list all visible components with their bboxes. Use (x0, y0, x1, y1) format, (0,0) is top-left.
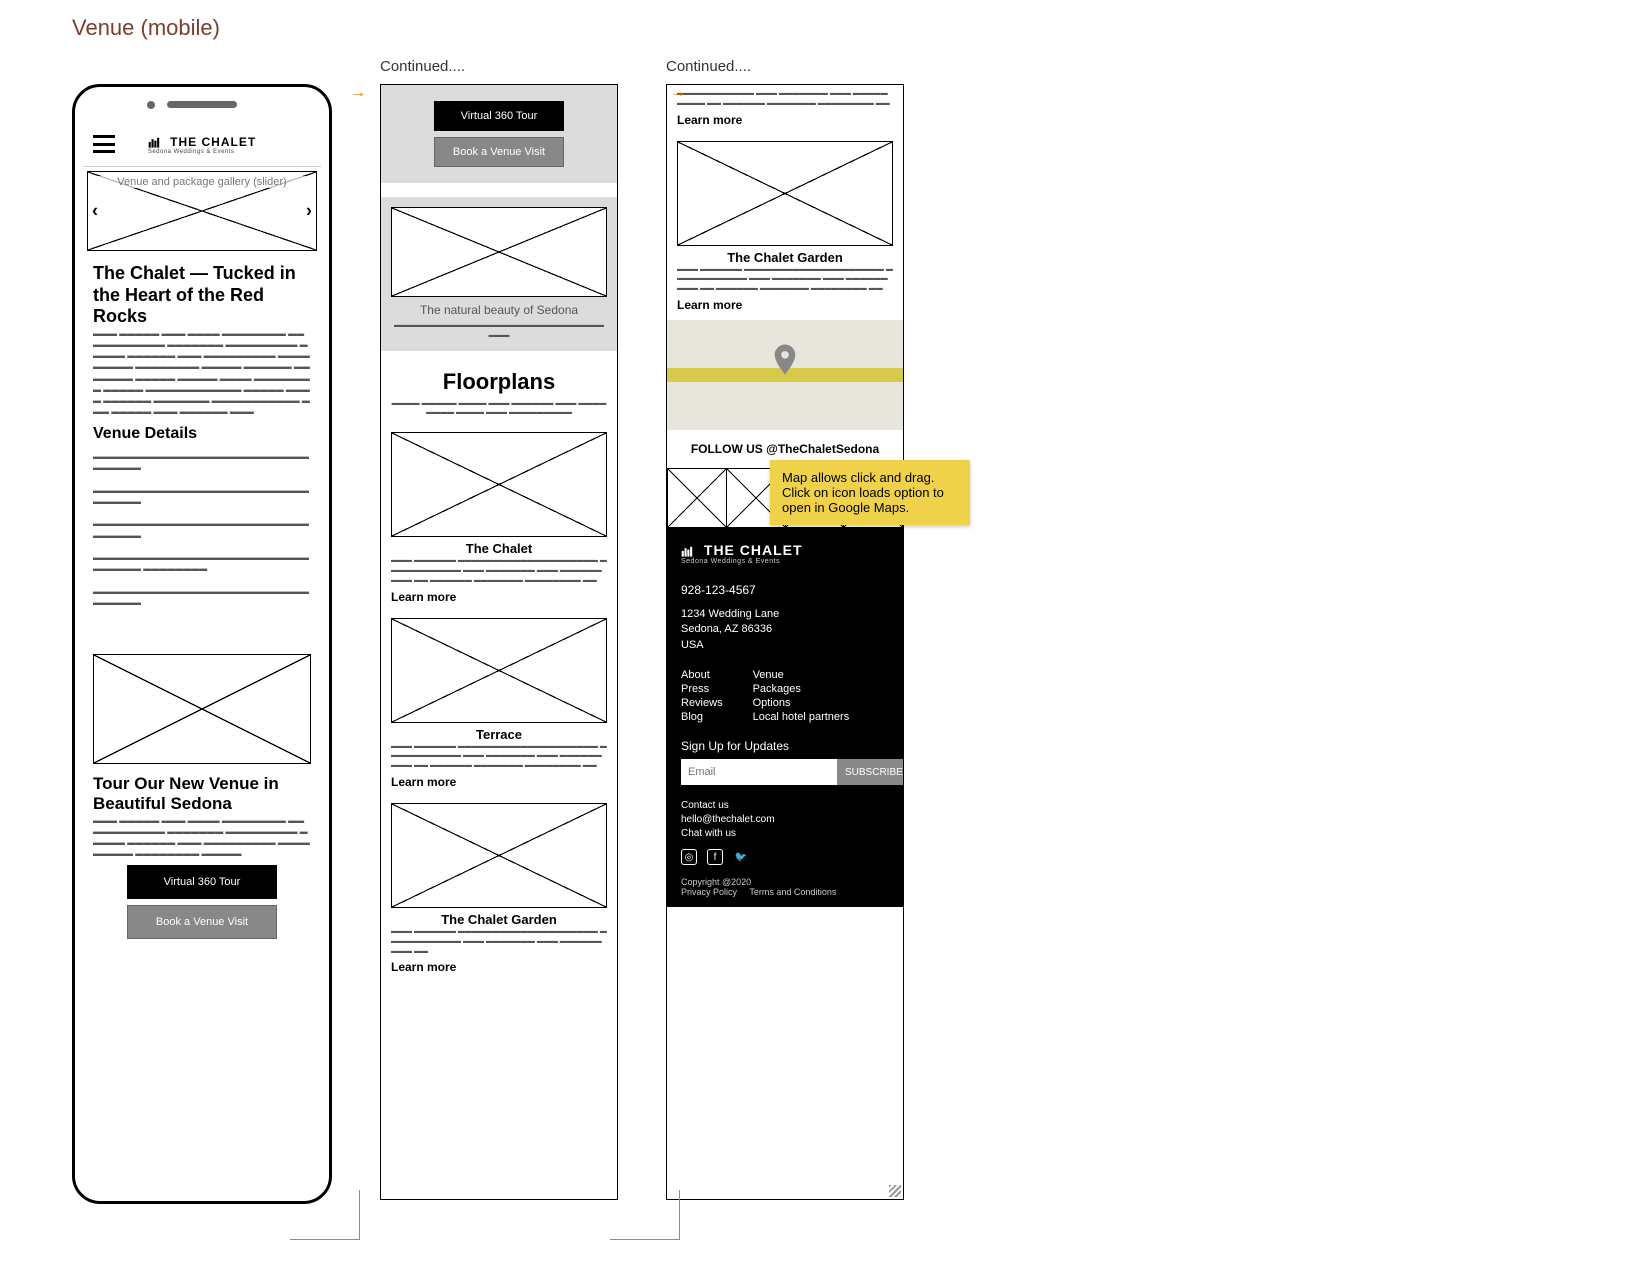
continued-label: Continued.... (380, 58, 618, 78)
footer-legal: Copyright @2020 Privacy Policy Terms and… (681, 877, 889, 897)
twitter-icon[interactable]: 🐦 (733, 849, 749, 865)
floorplan-garden2-image (677, 141, 893, 246)
subscribe-button[interactable]: SUBSCRIBE (837, 759, 904, 785)
footer-social: ◎ f 🐦 (681, 849, 889, 865)
floorplan-terrace-learn[interactable]: Learn more (391, 775, 607, 789)
sedona-feature: The natural beauty of Sedona ▬▬▬▬▬▬▬▬▬▬▬… (381, 197, 617, 351)
terms-link[interactable]: Terms and Conditions (749, 887, 836, 897)
phone-shell: THE CHALET Sedona Weddings & Events Venu… (72, 84, 332, 1204)
floorplans-section: Floorplans ▬▬▬▬ ▬▬▬▬▬ ▬▬▬▬ ▬▬▬ ▬▬▬▬▬▬ ▬▬… (381, 351, 617, 983)
flow-arrow (610, 1190, 680, 1240)
footer: THE CHALET Sedona Weddings & Events 928-… (667, 528, 903, 907)
privacy-link[interactable]: Privacy Policy (681, 887, 737, 897)
page-title: Venue (mobile) (72, 15, 220, 41)
hero-body: ▬▬▬ ▬▬▬▬▬ ▬▬▬ ▬▬▬▬ ▬▬▬▬▬▬▬▬ ▬▬▬▬▬▬▬▬▬▬▬ … (93, 328, 311, 418)
hero-title: The Chalet — Tucked in the Heart of the … (93, 263, 311, 328)
floorplan-garden-title: The Chalet Garden (391, 912, 607, 927)
mobile-header: THE CHALET Sedona Weddings & Events (83, 123, 321, 167)
venue-details-title: Venue Details (93, 425, 311, 443)
flow-arrow (290, 1190, 360, 1240)
floorplan-terrace-image (391, 618, 607, 723)
garden-cont-body: ▬▬▬▬▬▬▬▬▬▬▬ ▬▬▬ ▬▬▬▬▬▬▬ ▬▬▬ ▬▬▬▬▬▬▬▬▬ ▬▬… (677, 89, 893, 109)
floorplan-terrace-title: Terrace (391, 727, 607, 742)
footer-link[interactable]: About (681, 669, 723, 681)
map-pin-icon[interactable] (773, 344, 797, 379)
floorplans-intro: ▬▬▬▬ ▬▬▬▬▬ ▬▬▬▬ ▬▬▬ ▬▬▬▬▬▬ ▬▬▬ ▬▬▬▬▬▬▬▬ … (391, 399, 607, 419)
sedona-subtext: ▬▬▬▬▬▬▬▬▬▬▬▬▬▬▬▬▬▬▬▬▬▬▬▬▬▬▬▬▬▬▬▬▬ (391, 321, 607, 341)
footer-address: 1234 Wedding Lane Sedona, AZ 86336 USA (681, 607, 889, 653)
footer-logo: THE CHALET Sedona Weddings & Events (681, 542, 889, 565)
footer-link[interactable]: Press (681, 683, 723, 695)
tour-section: Tour Our New Venue in Beautiful Sedona ▬… (83, 646, 321, 954)
facebook-icon[interactable]: f (707, 849, 723, 865)
floorplan-garden-learn[interactable]: Learn more (391, 960, 607, 974)
footer-link[interactable]: Options (753, 697, 850, 709)
book-visit-button[interactable]: Book a Venue Visit (127, 905, 277, 939)
garden-continued: ▬▬▬▬▬▬▬▬▬▬▬ ▬▬▬ ▬▬▬▬▬▬▬ ▬▬▬ ▬▬▬▬▬▬▬▬▬ ▬▬… (667, 85, 903, 320)
cta-repeat-box: Virtual 360 Tour Book a Venue Visit (381, 85, 617, 183)
footer-link[interactable]: Reviews (681, 697, 723, 709)
tour-title: Tour Our New Venue in Beautiful Sedona (93, 774, 311, 815)
virtual-tour-button-2[interactable]: Virtual 360 Tour (434, 101, 564, 131)
tour-body: ▬▬▬ ▬▬▬▬▬ ▬▬▬ ▬▬▬▬ ▬▬▬▬▬▬▬▬ ▬▬▬▬▬▬▬▬▬▬▬ … (93, 815, 311, 860)
footer-email-link[interactable]: hello@thechalet.com (681, 814, 775, 825)
footer-chat-link[interactable]: Chat with us (681, 828, 736, 839)
arrow-right-icon: → (350, 84, 366, 102)
arrow-right-icon: → (670, 84, 686, 102)
floorplan-chalet-title: The Chalet (391, 541, 607, 556)
map[interactable] (667, 320, 903, 430)
frame-1-col: THE CHALET Sedona Weddings & Events Venu… (72, 58, 332, 1204)
floorplans-title: Floorplans (391, 369, 607, 395)
virtual-tour-button[interactable]: Virtual 360 Tour (127, 865, 277, 899)
floorplan-terrace-body: ▬▬▬ ▬▬▬▬▬▬ ▬▬▬▬▬▬▬▬▬▬▬▬▬▬▬▬▬▬▬▬ ▬▬▬▬▬▬▬▬… (391, 742, 607, 771)
frame-2-col: Continued.... Virtual 360 Tour Book a Ve… (380, 58, 618, 1200)
email-input[interactable] (681, 759, 837, 785)
sedona-image (391, 207, 607, 297)
footer-link[interactable]: Blog (681, 711, 723, 723)
book-visit-button-2[interactable]: Book a Venue Visit (434, 137, 564, 167)
brand-logo[interactable]: THE CHALET Sedona Weddings & Events (148, 135, 256, 155)
gallery-label: Venue and package gallery (slider) (92, 176, 312, 188)
venue-details-body: ▬▬▬▬▬▬▬▬▬▬▬▬▬▬▬▬▬▬▬▬▬▬▬▬▬▬▬▬▬▬▬▬▬▬▬▬▬▬▬▬… (93, 451, 311, 608)
floorplan-chalet-learn[interactable]: Learn more (391, 590, 607, 604)
garden-cont-learn[interactable]: Learn more (677, 113, 893, 127)
floorplan-garden-body: ▬▬▬ ▬▬▬▬▬▬ ▬▬▬▬▬▬▬▬▬▬▬▬▬▬▬▬▬▬▬▬ ▬▬▬▬▬▬▬▬… (391, 927, 607, 956)
floorplan-garden-image (391, 803, 607, 908)
sedona-caption: The natural beauty of Sedona (391, 303, 607, 317)
instagram-icon[interactable]: ◎ (681, 849, 697, 865)
chevron-right-icon[interactable]: › (306, 201, 312, 222)
hamburger-icon[interactable] (93, 135, 115, 153)
frame-3-screen: ▬▬▬▬▬▬▬▬▬▬▬ ▬▬▬ ▬▬▬▬▬▬▬ ▬▬▬ ▬▬▬▬▬▬▬▬▬ ▬▬… (666, 84, 904, 1200)
footer-phone: 928-123-4567 (681, 583, 889, 597)
floorplan-chalet-body: ▬▬▬ ▬▬▬▬▬▬ ▬▬▬▬▬▬▬▬▬▬▬▬▬▬▬▬▬▬▬▬ ▬▬▬▬▬▬▬▬… (391, 556, 607, 585)
wireframe-row: THE CHALET Sedona Weddings & Events Venu… (72, 58, 904, 1204)
footer-link[interactable]: Local hotel partners (753, 711, 850, 723)
floorplan-garden2-body: ▬▬▬ ▬▬▬▬▬▬ ▬▬▬▬▬▬▬▬▬▬▬▬▬▬▬▬▬▬▬▬ ▬▬▬▬▬▬▬▬… (677, 265, 893, 294)
frame-2-screen: Virtual 360 Tour Book a Venue Visit The … (380, 84, 618, 1200)
floorplan-garden2-title: The Chalet Garden (677, 250, 893, 265)
chevron-left-icon[interactable]: ‹ (92, 201, 98, 222)
social-thumb[interactable] (667, 468, 727, 528)
floorplan-garden2-learn[interactable]: Learn more (677, 298, 893, 312)
resize-grip-icon (889, 1185, 901, 1197)
footer-contact: Contact us hello@thechalet.com Chat with… (681, 799, 889, 841)
signup-label: Sign Up for Updates (681, 739, 889, 753)
frame-3-col: Continued.... ▬▬▬▬▬▬▬▬▬▬▬ ▬▬▬ ▬▬▬▬▬▬▬ ▬▬… (666, 58, 904, 1200)
hero-section: The Chalet — Tucked in the Heart of the … (83, 255, 321, 616)
floorplan-chalet-image (391, 432, 607, 537)
footer-link[interactable]: Venue (753, 669, 850, 681)
footer-link[interactable]: Packages (753, 683, 850, 695)
continued-label-2: Continued.... (666, 58, 904, 78)
map-annotation: Map allows click and drag. Click on icon… (770, 460, 970, 525)
footer-links: About Press Reviews Blog Venue Packages … (681, 667, 889, 725)
tour-image (93, 654, 311, 764)
gallery-slider[interactable]: Venue and package gallery (slider) ‹ › (87, 171, 317, 251)
